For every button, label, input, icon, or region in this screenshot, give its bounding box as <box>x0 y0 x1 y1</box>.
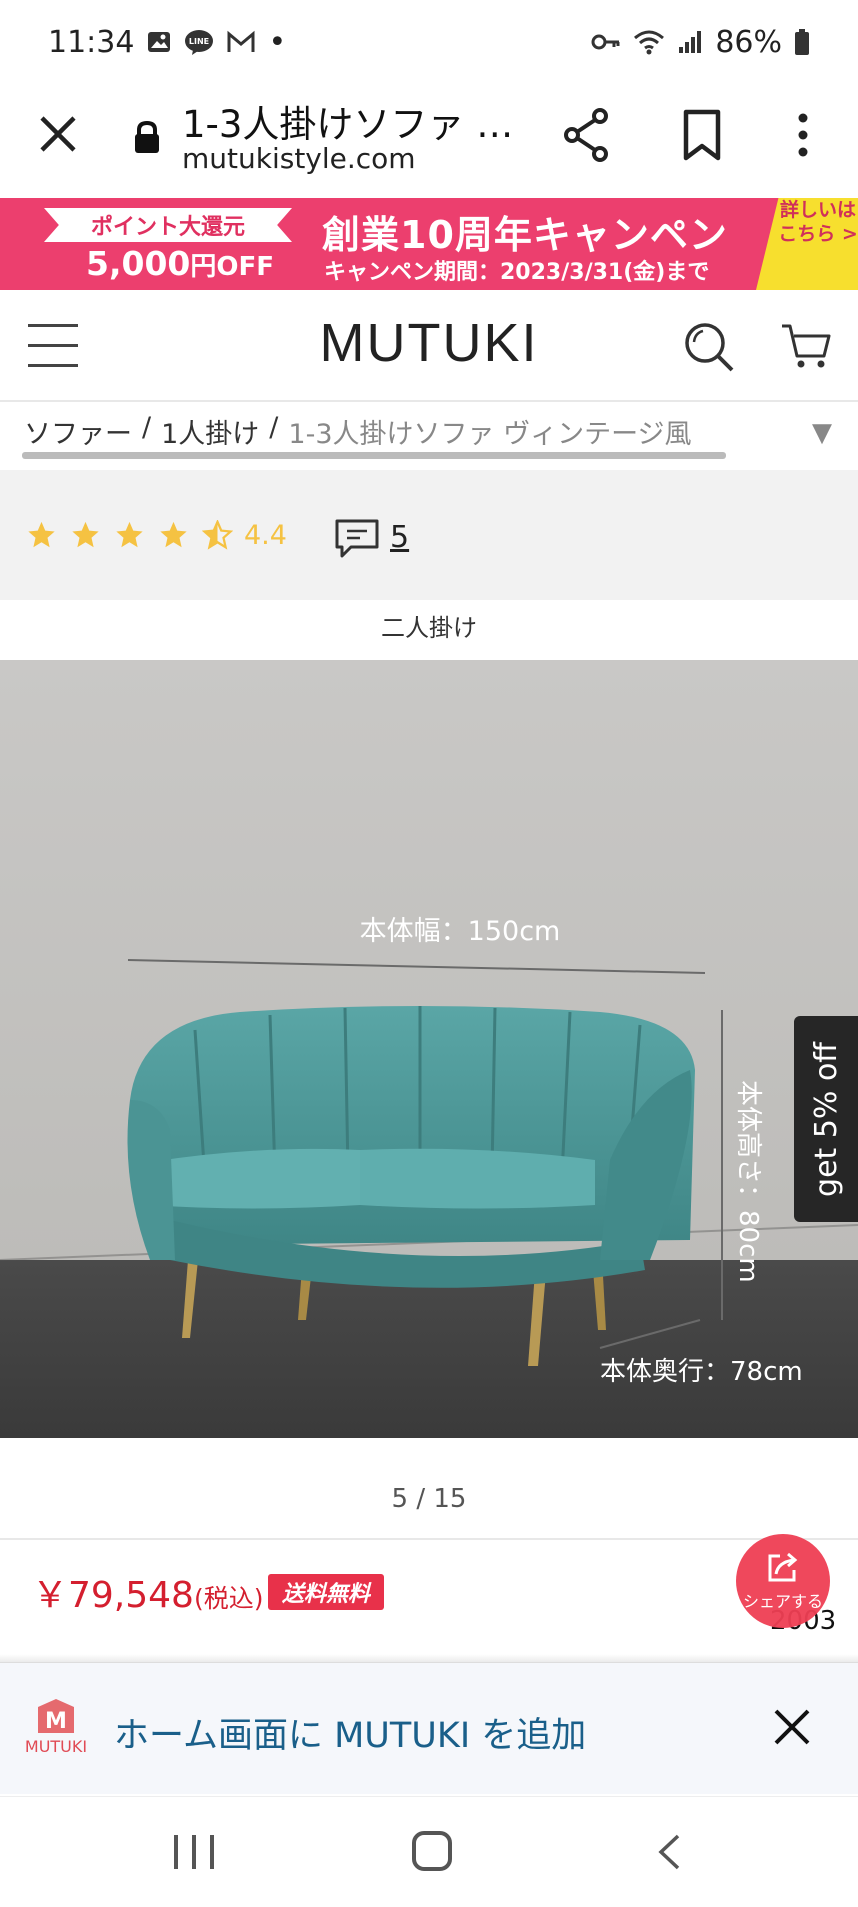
signal-icon <box>677 29 703 55</box>
system-nav-bar <box>0 1796 858 1907</box>
product-price: ￥79,548(税込) <box>32 1566 263 1618</box>
breadcrumb-scrollbar[interactable] <box>22 452 726 459</box>
star-full-icon <box>160 521 187 548</box>
star-half-icon <box>202 520 233 550</box>
off-suffix: 円OFF <box>190 252 275 282</box>
wifi-icon <box>633 29 665 55</box>
cart-icon[interactable] <box>780 320 832 372</box>
banner-title: 創業10周年キャンペン <box>322 213 728 257</box>
banner-period: キャンペン期間：2023/3/31(金)まで <box>324 260 710 285</box>
breadcrumb-dropdown-arrow[interactable]: ▼ <box>812 418 832 448</box>
lock-icon <box>135 120 159 153</box>
rating-area: 4.4 5 <box>0 470 858 600</box>
svg-text:LINE: LINE <box>189 37 209 46</box>
bookmark-icon[interactable] <box>680 106 724 164</box>
dimension-depth-label: 本体奥行：78cm <box>600 1357 803 1387</box>
home-icon[interactable] <box>412 1831 452 1871</box>
price-tax-note: (税込) <box>193 1584 264 1613</box>
discount-side-tab[interactable]: get 5% off <box>794 1016 858 1222</box>
free-shipping-badge: 送料無料 <box>268 1574 384 1610</box>
banner-details-link[interactable]: 詳しいはこちら > <box>778 198 858 246</box>
star-full-icon <box>28 521 55 548</box>
svg-text:M: M <box>45 1709 67 1734</box>
share-out-icon <box>768 1552 798 1582</box>
side-tab-label: get 5% off <box>808 1041 844 1197</box>
add-to-home-message[interactable]: ホーム画面に MUTUKI を追加 <box>114 1707 586 1758</box>
off-amount: 5,000 <box>86 244 191 283</box>
review-count-link[interactable]: 5 <box>390 520 409 555</box>
search-icon[interactable] <box>682 320 736 374</box>
line-notification-icon: LINE <box>184 29 214 55</box>
status-right: 86% <box>591 25 810 60</box>
gallery-notification-icon <box>146 29 172 55</box>
status-time: 11:34 <box>48 24 135 60</box>
gmail-notification-icon <box>226 30 256 54</box>
share-fab-button[interactable]: シェアする <box>736 1534 830 1628</box>
star-full-icon <box>72 521 99 548</box>
star-rating <box>26 520 233 550</box>
share-icon[interactable] <box>560 106 612 164</box>
review-comment-icon[interactable] <box>334 518 380 560</box>
star-full-icon <box>116 521 143 548</box>
divider <box>0 1538 858 1540</box>
mutuki-app-label: MUTUKI <box>24 1737 88 1756</box>
close-icon[interactable] <box>772 1707 812 1747</box>
dimension-height-label: 本体高さ：80cm <box>733 1080 763 1283</box>
back-icon[interactable] <box>656 1833 682 1871</box>
add-to-home-bar[interactable]: M MUTUKI ホーム画面に MUTUKI を追加 <box>0 1662 858 1794</box>
recent-apps-icon[interactable] <box>174 1835 214 1869</box>
site-header: MUTUKI <box>0 290 858 402</box>
status-more-dot: • <box>268 24 287 60</box>
banner-off-amount: 5,000円OFF <box>86 244 274 283</box>
url-domain[interactable]: mutukistyle.com <box>182 142 416 175</box>
rating-value: 4.4 <box>244 520 287 551</box>
dimension-width-label: 本体幅：150cm <box>360 916 561 947</box>
variant-label: 二人掛け <box>381 614 477 642</box>
price-amount: ￥79,548 <box>32 1575 194 1616</box>
product-image[interactable]: 本体幅：150cm 本体高さ：80cm 本体奥行：78cm <box>0 660 858 1438</box>
campaign-banner[interactable]: ポイント大還元 5,000円OFF 創業10周年キャンペン キャンペン期間：20… <box>0 198 858 290</box>
vpn-key-icon <box>591 32 621 52</box>
battery-percent: 86% <box>715 24 782 60</box>
page-title[interactable]: 1-3人掛けソファ … <box>182 94 513 148</box>
more-vert-icon[interactable] <box>786 106 820 164</box>
banner-ribbon: ポイント大還元 <box>44 208 292 242</box>
close-tab-icon[interactable] <box>34 110 82 158</box>
browser-toolbar: 1-3人掛けソファ … mutukistyle.com <box>0 84 858 198</box>
battery-icon <box>794 28 810 56</box>
status-bar: 11:34 LINE • 86% <box>0 0 858 84</box>
share-fab-label: シェアする <box>742 1592 823 1611</box>
image-pagination: 5 / 15 <box>391 1484 467 1514</box>
status-left: 11:34 LINE • <box>48 25 286 60</box>
